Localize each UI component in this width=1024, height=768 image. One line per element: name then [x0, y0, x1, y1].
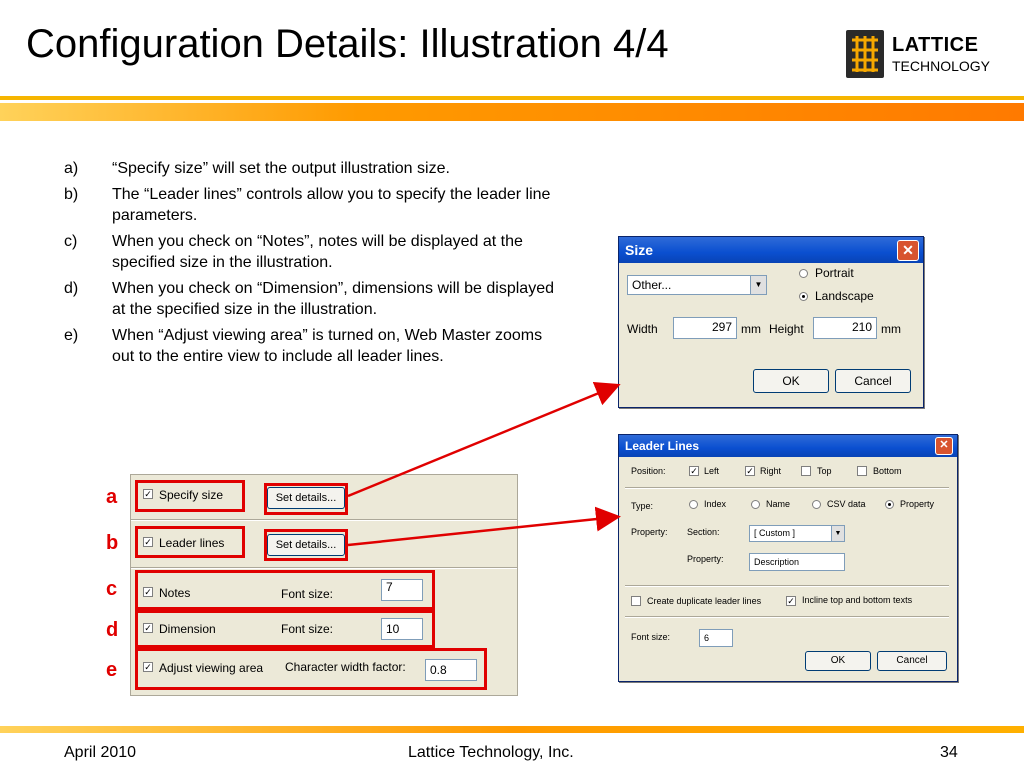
- footer-band: [0, 726, 1024, 733]
- footer-date: April 2010: [64, 744, 137, 761]
- arrow-to-leader-dialog: [347, 506, 621, 547]
- page-number: 34: [940, 744, 958, 761]
- callout-arrows: [347, 382, 621, 547]
- footer-company: Lattice Technology, Inc.: [408, 744, 574, 761]
- arrow-to-size-dialog: [347, 382, 621, 498]
